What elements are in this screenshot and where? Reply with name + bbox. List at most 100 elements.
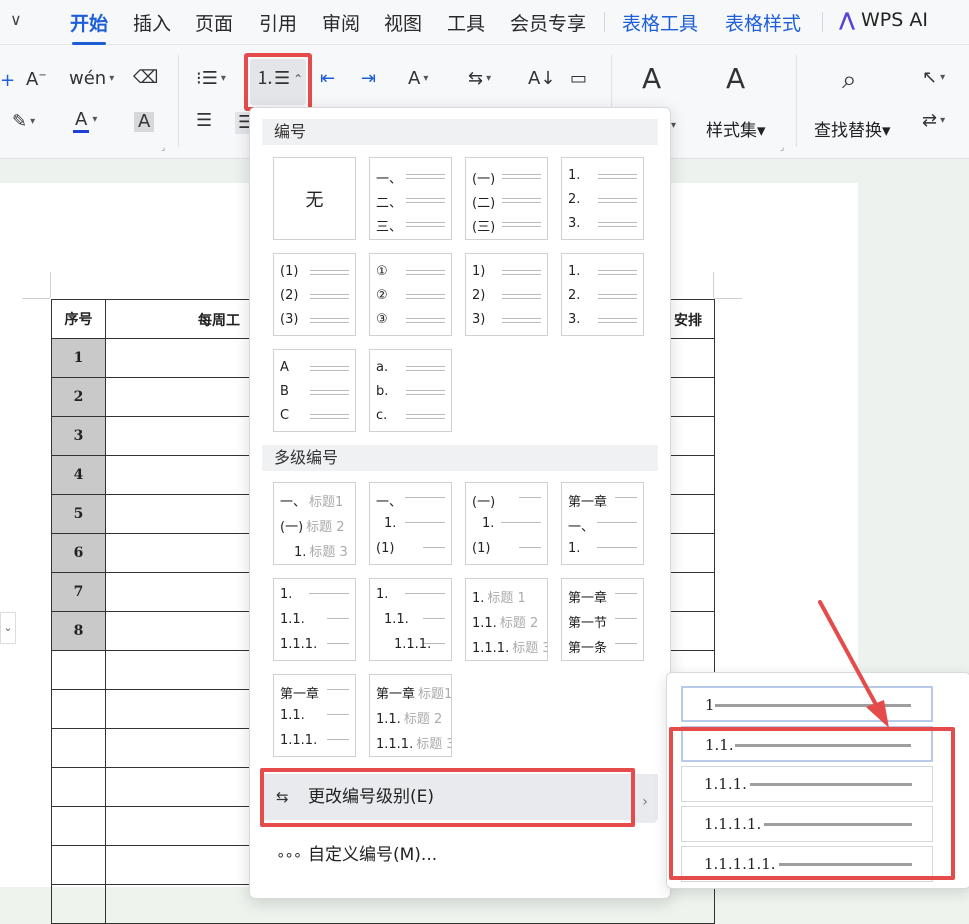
show-marks-icon[interactable]: ▭ [570, 70, 587, 88]
multilevel-preset-tile[interactable]: 1. 标题 1 1.1. 标题 2 1.1.1. 标题 3 [465, 578, 548, 661]
numbering-preset-tile[interactable]: (1) (2) (3) [273, 253, 356, 336]
text-direction-icon[interactable]: ⇆ ▾ [468, 70, 491, 88]
preset-line [310, 366, 349, 371]
table-cell-seq[interactable] [51, 845, 106, 885]
multilevel-heading-hint: 标题 3 [416, 737, 452, 752]
multilevel-row: 第一章 [280, 683, 349, 702]
multilevel-preset-tile[interactable]: 1. 1.1. 1.1.1. [369, 578, 452, 661]
sidebar-expand-icon[interactable]: ⌄ [0, 612, 16, 644]
multilevel-marker: 第一章 [568, 591, 608, 606]
find-replace-label: 查找替换 [814, 121, 882, 141]
font-dialog-launcher-icon[interactable]: ⌟ [161, 143, 165, 153]
header-seq[interactable]: 序号 [51, 299, 106, 339]
tab-view[interactable]: 视图 [384, 9, 422, 36]
table-cell-seq[interactable]: 4 [51, 455, 106, 495]
numbering-preset-tile[interactable]: 一、 二、 三、 [369, 157, 452, 240]
highlight-icon[interactable]: ✎ ▾ [12, 113, 35, 131]
tab-member[interactable]: 会员专享 [510, 9, 586, 36]
preset-row: 1. [568, 168, 637, 186]
table-cell-seq[interactable]: 3 [51, 416, 106, 456]
numbering-preset-tile[interactable]: 1. 2. 3. [561, 253, 644, 336]
table-cell-seq[interactable] [51, 806, 106, 846]
font-color-icon[interactable]: A ▾ [73, 109, 97, 133]
sort-icon[interactable]: A↓ [528, 70, 555, 88]
table-cell-seq[interactable]: 8 [51, 611, 106, 651]
multilevel-line [405, 497, 445, 498]
multilevel-preset-tile[interactable]: 第一章 一、 1. [561, 482, 644, 565]
multilevel-preset-tile[interactable]: 一、 1. (1) [369, 482, 452, 565]
bullet-list-icon[interactable]: ⁝☰ ▾ [196, 70, 226, 88]
multilevel-preset-tile[interactable]: 第一章 第一节 第一条 [561, 578, 644, 661]
phonetic-guide-icon[interactable]: wén ▾ [69, 70, 114, 88]
style-set-icon[interactable]: A [726, 65, 745, 93]
preset-line [406, 270, 445, 275]
tab-reference[interactable]: 引用 [259, 9, 297, 36]
multilevel-preset-tile[interactable]: 第一章 标题1 1.1. 标题 2 1.1.1. 标题 3 [369, 674, 452, 757]
styles-dialog-launcher-icon[interactable]: ⌟ [780, 143, 784, 153]
numbering-preset-tile[interactable]: (一) (二) (三) [465, 157, 548, 240]
preset-marker: 1. [568, 168, 581, 183]
multilevel-row: 一、 [568, 516, 637, 535]
numbering-preset-tile[interactable]: a. b. c. [369, 349, 452, 432]
tab-start[interactable]: 开始 [70, 9, 108, 45]
plus-icon[interactable]: + [0, 72, 15, 90]
preset-marker: c. [376, 408, 388, 423]
char-spacing-icon[interactable]: A ▾ [408, 70, 428, 88]
multilevel-row: 1.1. [280, 612, 349, 630]
numbering-preset-tile[interactable]: 1. 2. 3. [561, 157, 644, 240]
multilevel-line [501, 522, 541, 523]
style-brush-icon[interactable]: A [642, 65, 661, 93]
multilevel-preset-tile[interactable]: 一、 标题1 (一) 标题 2 1. 标题 3 [273, 482, 356, 565]
tab-table-tools[interactable]: 表格工具 [622, 9, 698, 36]
table-cell-seq[interactable] [51, 767, 106, 807]
numbering-preset-tile[interactable]: ① ② ③ [369, 253, 452, 336]
find-replace-button[interactable]: 查找替换▾ [814, 116, 891, 141]
increase-indent-icon[interactable]: ⇥ [361, 70, 376, 88]
multilevel-line [615, 618, 637, 619]
table-cell-seq[interactable]: 5 [51, 494, 106, 534]
chevron-down-icon[interactable]: ∨ [10, 10, 22, 29]
table-cell-seq[interactable] [51, 728, 106, 768]
style-set-button[interactable]: 样式集▾ [706, 116, 766, 141]
multilevel-row: 1.1.1. 标题 3 [376, 733, 451, 752]
eraser-icon[interactable]: ⌫ [133, 69, 158, 87]
level-option-line [715, 704, 911, 707]
level-option[interactable]: 1 [681, 686, 933, 722]
wps-ai-button[interactable]: ⋀ WPS AI [839, 9, 928, 31]
numbering-none-tile[interactable]: 无 [273, 157, 356, 240]
search-icon[interactable]: ⌕ [842, 67, 857, 93]
select-pointer-icon[interactable]: ↖ ▾ [922, 69, 945, 87]
multilevel-preset-tile[interactable]: 1. 1.1. 1.1.1. [273, 578, 356, 661]
decrease-font-icon[interactable]: A− [26, 71, 47, 89]
preset-marker: (2) [280, 288, 299, 303]
tab-page[interactable]: 页面 [195, 9, 233, 36]
char-shading-icon[interactable]: A [134, 112, 155, 132]
multilevel-marker: (一) [472, 495, 496, 510]
align-left-icon[interactable]: ☰ [196, 112, 212, 130]
numbering-preset-tile[interactable]: 1) 2) 3) [465, 253, 548, 336]
preset-row: (1) [280, 264, 349, 282]
table-cell-seq[interactable]: 2 [51, 377, 106, 417]
multilevel-preset-tile[interactable]: (一) 1. (1) [465, 482, 548, 565]
preset-line [310, 294, 349, 299]
tab-review[interactable]: 审阅 [322, 9, 360, 36]
tab-tools[interactable]: 工具 [447, 9, 485, 36]
tab-insert[interactable]: 插入 [133, 9, 171, 36]
replace-cycle-icon[interactable]: ⇄ ▾ [922, 112, 945, 130]
table-cell-seq[interactable]: 7 [51, 572, 106, 612]
multilevel-row: 1. 标题 3 [294, 541, 349, 560]
custom-numbering-menu-item[interactable]: ∘∘∘ 自定义编号(M)... [262, 832, 658, 878]
preset-line [310, 390, 349, 395]
table-cell-seq[interactable] [51, 689, 106, 729]
table-cell-seq[interactable] [51, 884, 106, 924]
multilevel-row: 1. [376, 587, 445, 605]
table-cell-seq[interactable]: 6 [51, 533, 106, 573]
numbering-preset-tile[interactable]: ABC [273, 349, 356, 432]
decrease-indent-icon[interactable]: ⇤ [320, 70, 335, 88]
submenu-chevron-icon[interactable]: › [633, 781, 657, 823]
tab-table-style[interactable]: 表格样式 [725, 9, 801, 36]
table-cell-seq[interactable] [51, 650, 106, 690]
multilevel-heading-hint: 标题 1 [487, 591, 526, 606]
multilevel-preset-tile[interactable]: 第一章 1.1. 1.1.1. [273, 674, 356, 757]
table-cell-seq[interactable]: 1 [51, 338, 106, 378]
